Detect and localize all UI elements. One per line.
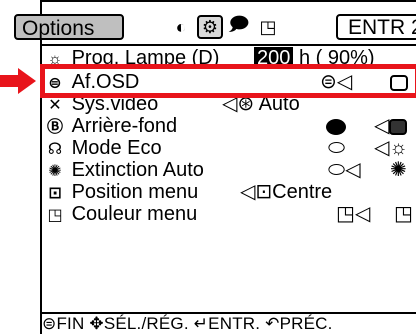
row-label: Position menu [71,181,199,203]
row-label: Extinction Auto [71,159,204,181]
footer-entr: ENTR. [208,314,261,333]
entr-2-tab[interactable]: ENTR 2 [336,14,416,40]
background-option-gray-icon[interactable]: ◁ [374,114,408,138]
row-background[interactable]: Ⓑ Arrière-fond ◁ [44,114,416,138]
menu-color-option-a-icon[interactable]: ◳◁ [336,202,370,226]
menu-position-value[interactable]: ◁⊡Centre [240,180,332,204]
auto-off-option-off-icon[interactable]: ✺ [390,158,407,182]
options-tab[interactable]: Options [14,14,124,40]
footer-sel: SÉL./RÉG. [103,314,189,333]
menu-color-icon: ◳ [47,207,63,224]
eco-option-lamp-icon[interactable]: ◁☼ [374,136,408,160]
display-icon[interactable]: ◳ [255,15,281,39]
footer-fin: FIN [56,314,85,333]
background-option-black-icon[interactable] [326,114,346,138]
cursor-arrows-icon: ✥ [89,314,104,333]
row-label: Mode Eco [71,137,162,159]
row-label: Couleur menu [71,203,198,225]
row-menu-color[interactable]: ◳ Couleur menu ◳◁ ◳ [44,202,416,226]
speech-icon[interactable]: 🗩 [226,14,252,39]
pointer-arrow-icon [0,68,36,94]
row-label: Arrière-fond [71,115,178,137]
picture-icon[interactable]: ◐ [168,15,194,39]
menu-color-option-b-icon[interactable]: ◳ [394,202,413,226]
row-eco-mode[interactable]: ☊ Mode Eco ⬭ ◁☼ [44,136,416,160]
return-arrow-icon: ↶ [265,314,280,333]
settings-icon[interactable]: ⚙ [197,15,223,39]
auto-off-option-on-icon[interactable]: ⬭◁ [328,158,360,182]
highlight-box [40,64,416,98]
row-menu-position[interactable]: ⊡ Position menu ◁⊡Centre [44,180,416,204]
row-auto-off[interactable]: ✺ Extinction Auto ⬭◁ ✺ [44,158,416,182]
enter-arrow-icon: ↵ [193,314,209,333]
eco-option-leaf-icon[interactable]: ⬭ [328,136,345,160]
menu-button-icon: ⊜ [42,314,57,333]
footer-help: ⊜FIN ✥SÉL./RÉG. ↵ENTR. ↶PRÉC. [42,314,416,334]
tab-icon-group: ◐ ⚙ 🗩 ◳ [168,14,281,40]
footer-prec: PRÉC. [279,314,333,333]
